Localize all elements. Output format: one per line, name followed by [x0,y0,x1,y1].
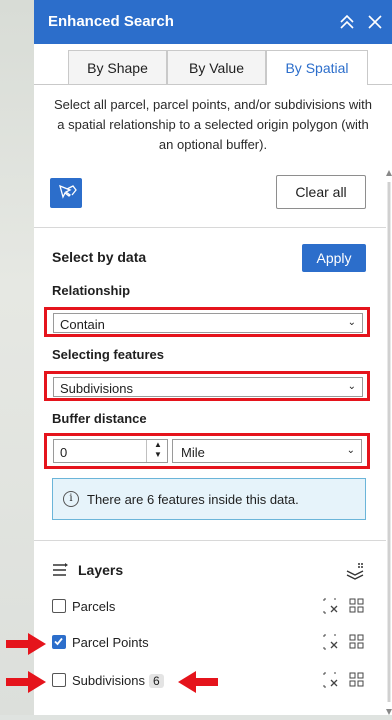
select-by-data-title: Select by data [52,249,147,265]
red-arrow [6,633,46,660]
close-icon[interactable] [364,10,386,34]
layers-list-icon [52,562,70,583]
scrollbar[interactable] [386,170,392,715]
buffer-highlight: 0 ▲ ▼ Mile ⌄ [44,433,370,469]
count-badge: 6 [149,674,164,688]
relationship-value: Contain [60,317,105,332]
tab-by-spatial[interactable]: By Spatial [266,50,368,85]
clear-selection-icon[interactable] [322,597,340,615]
info-icon: i [63,491,79,507]
select-tool-button[interactable] [50,178,82,208]
tab-bar: By Shape By Value By Spatial [34,44,392,85]
layer-name-text: Subdivisions [72,673,145,688]
parcels-checkbox[interactable] [52,599,66,613]
panel-title: Enhanced Search [48,13,174,30]
clear-selection-icon[interactable] [322,633,340,651]
selecting-features-highlight: Subdivisions ⌄ [44,371,370,401]
layer-name: Parcels [72,599,116,614]
red-arrow [6,671,46,698]
parcel-points-checkbox[interactable] [52,635,66,649]
buffer-unit-select[interactable]: Mile ⌄ [172,439,362,463]
layers-title: Layers [78,562,124,578]
buffer-distance-input[interactable]: 0 ▲ ▼ [53,439,168,463]
collapse-icon[interactable] [336,10,358,34]
chevron-down-icon: ⌄ [347,381,356,392]
description-line: a spatial relationship to a selected ori… [57,117,369,132]
red-arrow [178,671,218,698]
selecting-features-select[interactable]: Subdivisions ⌄ [53,377,363,397]
description-line: Select all parcel, parcel points, and/or… [54,97,372,112]
buffer-distance-label: Buffer distance [52,411,147,426]
clear-all-button[interactable]: Clear all [276,175,366,209]
buffer-stepper[interactable]: ▲ ▼ [146,440,169,462]
enhanced-search-panel: Enhanced Search By Shape By Value By Spa… [34,0,392,715]
divider [34,540,386,541]
select-all-icon[interactable] [348,633,366,651]
selecting-features-value: Subdivisions [60,381,133,396]
notice-text: There are 6 features inside this data. [87,492,299,507]
info-notice: i There are 6 features inside this data. [52,478,366,520]
relationship-label: Relationship [52,283,131,298]
clear-selection-icon[interactable] [322,671,340,689]
relationship-select[interactable]: Contain ⌄ [53,313,363,333]
select-tool-icon [50,184,82,212]
selecting-features-label: Selecting features [52,347,164,362]
select-all-icon[interactable] [348,671,366,689]
layer-name: Subdivisions 6 [72,673,164,688]
tab-by-value[interactable]: By Value [167,50,266,84]
chevron-down-icon: ⌄ [347,317,356,328]
layer-name: Parcel Points [72,635,149,650]
tab-by-shape[interactable]: By Shape [68,50,167,84]
layer-row-parcels: Parcels [52,596,372,618]
select-all-icon[interactable] [348,597,366,615]
subdivisions-checkbox[interactable] [52,673,66,687]
layer-stack-icon[interactable] [344,559,366,586]
buffer-distance-value: 0 [60,445,68,460]
description: Select all parcel, parcel points, and/or… [34,95,392,155]
buffer-unit-value: Mile [181,445,205,460]
apply-button[interactable]: Apply [302,244,366,272]
map-background [0,0,34,715]
panel-header: Enhanced Search [34,0,392,44]
layer-row-parcel-points: Parcel Points [52,632,372,654]
chevron-down-icon: ⌄ [346,445,355,456]
relationship-highlight: Contain ⌄ [44,307,370,337]
description-line: an optional buffer). [158,137,268,152]
divider [34,227,386,228]
